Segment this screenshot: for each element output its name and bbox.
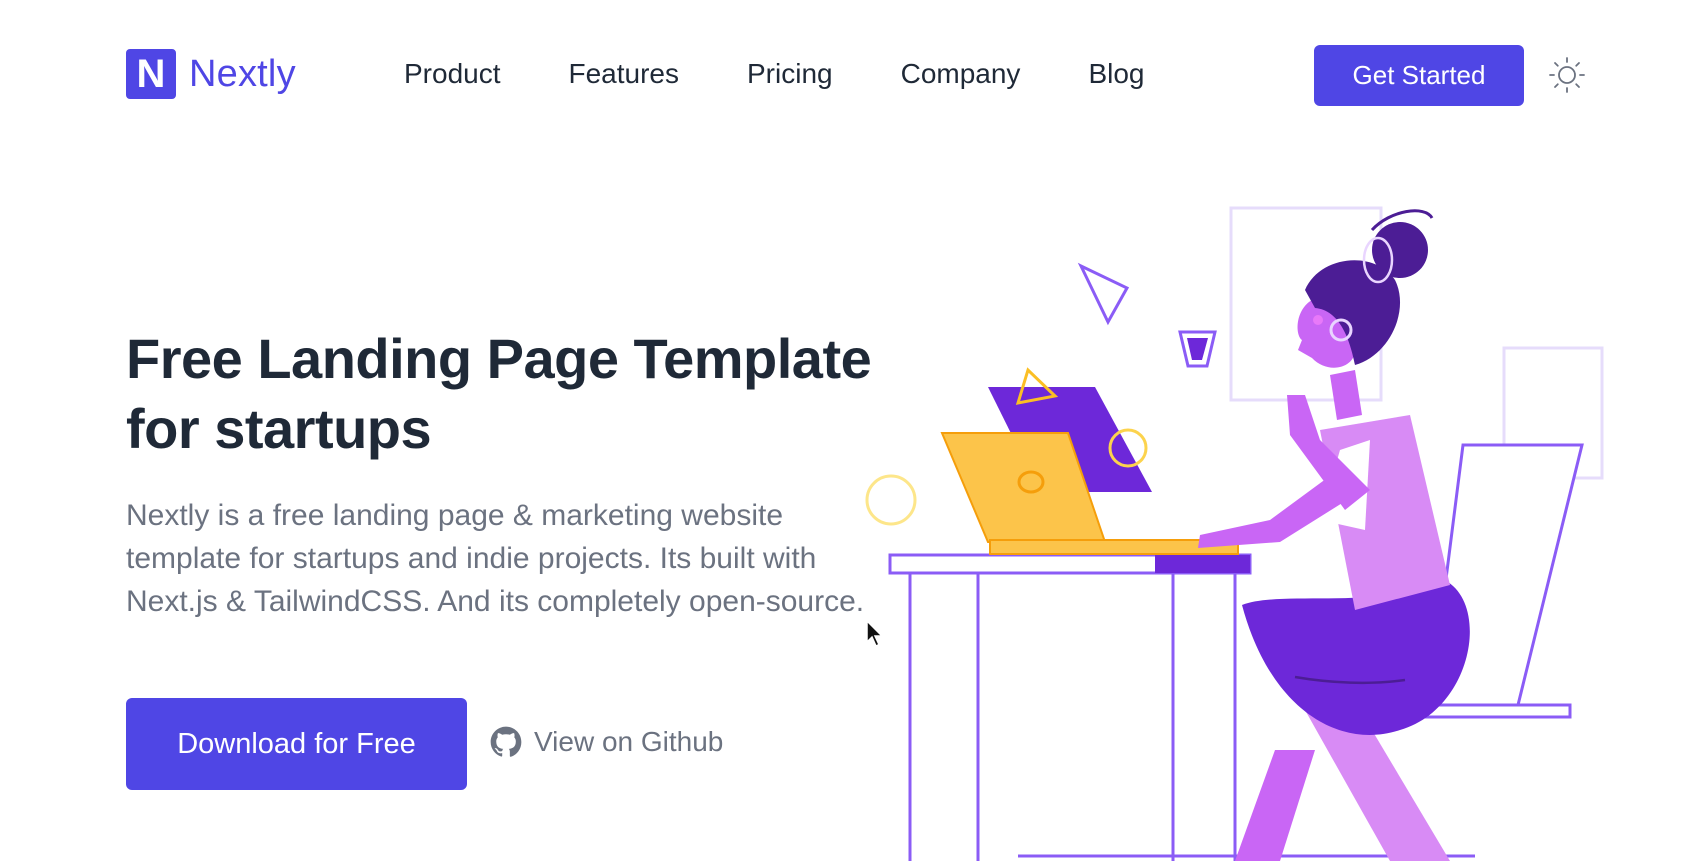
person-hair-bun: [1372, 222, 1428, 278]
desk-illustration: [1155, 555, 1250, 573]
landing-page: N Nextly Product Features Pricing Compan…: [0, 0, 1701, 861]
triangle-decoration: [1077, 262, 1130, 326]
person-leg: [1235, 750, 1315, 861]
site-header: N Nextly Product Features Pricing Compan…: [0, 0, 1701, 150]
nav-item-product[interactable]: Product: [404, 56, 501, 92]
nav-item-company[interactable]: Company: [901, 56, 1021, 92]
download-button[interactable]: Download for Free: [126, 698, 467, 790]
main-nav: Product Features Pricing Company Blog: [404, 56, 1144, 92]
sun-icon: [1549, 57, 1585, 93]
get-started-button[interactable]: Get Started: [1314, 45, 1524, 106]
person-cheek: [1313, 315, 1323, 325]
circle-decoration: [865, 474, 917, 526]
hero-illustration: [865, 206, 1604, 861]
person-neck: [1330, 370, 1362, 420]
theme-toggle-button[interactable]: [1548, 56, 1586, 94]
github-icon: [490, 726, 522, 757]
view-on-github-label: View on Github: [534, 726, 724, 757]
nav-item-pricing[interactable]: Pricing: [747, 56, 833, 92]
hero-description: Nextly is a free landing page & marketin…: [126, 499, 865, 618]
hero-title: Free Landing Page Template for startups: [126, 327, 872, 460]
nav-item-blog[interactable]: Blog: [1088, 56, 1144, 92]
brand-logo: N: [126, 49, 176, 99]
brand-name: Nextly: [189, 52, 296, 95]
nav-item-features[interactable]: Features: [569, 56, 680, 92]
brand-link[interactable]: N Nextly: [126, 49, 296, 99]
view-on-github-link[interactable]: View on Github: [490, 726, 723, 758]
